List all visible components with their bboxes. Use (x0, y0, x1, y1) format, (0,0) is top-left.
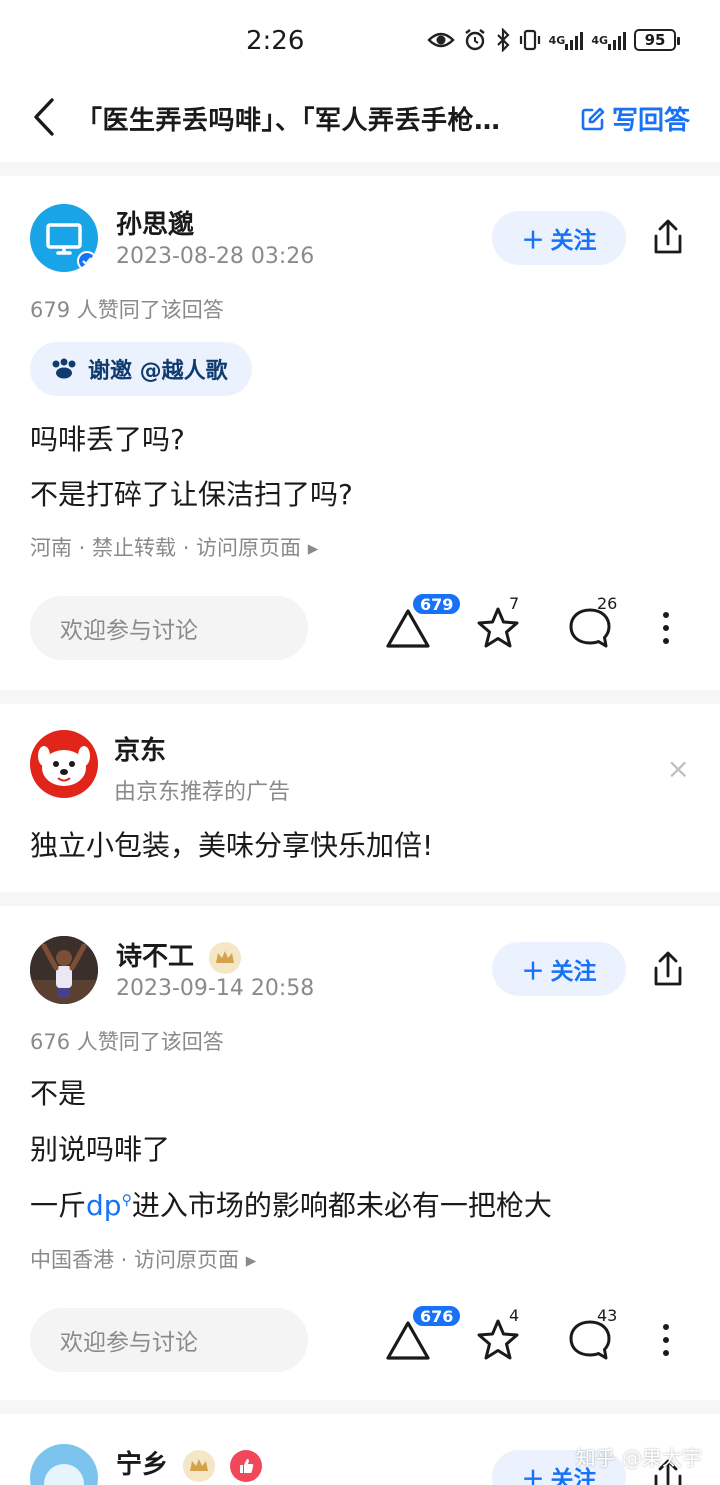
write-answer-label: 写回答 (611, 106, 690, 136)
more-dot (663, 625, 669, 631)
share-icon (654, 951, 682, 986)
author-name[interactable]: 孙思邈 (116, 204, 194, 241)
network-2-label: 4G (591, 33, 608, 47)
author-name[interactable]: 宁乡 (116, 1450, 168, 1480)
plus-icon: ＋ (521, 1467, 545, 1485)
answer-meta[interactable]: 河南 · 禁止转载 · 访问原页面 ▸ (30, 532, 318, 562)
follow-label: 关注 (550, 959, 597, 985)
avatar-image-icon (44, 1464, 84, 1485)
comment-count: 43 (597, 1306, 618, 1325)
follow-label: 关注 (550, 228, 597, 254)
more-dot (663, 1350, 669, 1356)
watermark: 知乎 @果太宇 (575, 1446, 702, 1470)
upvote-count-badge: 679 (411, 592, 463, 616)
share-button[interactable] (648, 216, 688, 260)
eye-icon (426, 30, 455, 50)
favorite-count: 7 (509, 594, 520, 613)
share-icon (654, 219, 682, 254)
post-time: 2023-08-28 03:26 (116, 244, 315, 269)
crown-badge-icon (209, 941, 242, 974)
comment-count: 26 (597, 594, 618, 613)
jd-dog-icon (38, 746, 90, 786)
signal-2-icon: 4G (591, 30, 626, 50)
ad-brand[interactable]: 京东 (114, 730, 166, 767)
alarm-icon (463, 28, 487, 52)
comment-input[interactable]: 欢迎参与讨论 (30, 1308, 308, 1372)
search-keyword-link[interactable]: dp⚲ (86, 1189, 132, 1222)
battery-icon: 95 (634, 29, 680, 51)
invite-label: 谢邀 @越人歌 (88, 359, 228, 384)
nav-bar: 「医生弄丢吗啡」、「军人弄丢手枪… 写回答 (0, 84, 720, 162)
follow-button[interactable]: ＋ 关注 (492, 211, 626, 265)
share-button[interactable] (648, 948, 688, 992)
avatar[interactable] (30, 204, 98, 272)
status-icons: 4G 4G 95 (426, 28, 680, 52)
answer-text-line: 吗啡丢了吗? (30, 423, 185, 456)
signal-1-icon: 4G (549, 30, 584, 50)
crown-badge-icon (183, 1449, 216, 1482)
status-bar: 2:26 4G 4G 95 (0, 0, 720, 84)
search-keyword: dp (86, 1189, 122, 1222)
battery-level: 95 (644, 31, 666, 49)
ad-text[interactable]: 独立小包装，美味分享快乐加倍! (30, 824, 433, 864)
answer-text-segment: 进入市场的影响都未必有一把枪大 (131, 1189, 552, 1222)
answer-text-line: 不是 (30, 1077, 87, 1110)
plus-icon: ＋ (521, 228, 545, 254)
more-dot (663, 612, 669, 618)
more-button[interactable] (656, 1312, 676, 1368)
author-name-row: 诗不工 (116, 936, 242, 974)
paw-icon (52, 358, 76, 379)
answer-meta[interactable]: 中国香港 · 访问原页面 ▸ (30, 1244, 256, 1274)
answer-text-segment: 一斤 (30, 1189, 87, 1222)
write-answer-button[interactable]: 写回答 (580, 100, 690, 137)
votes-summary: 679 人赞同了该回答 (30, 298, 224, 322)
ad-subtitle: 由京东推荐的广告 (114, 780, 291, 805)
author-name[interactable]: 诗不工 (116, 942, 194, 972)
avatar[interactable] (30, 936, 98, 1004)
network-1-label: 4G (548, 33, 566, 47)
back-button[interactable] (24, 94, 64, 140)
author-name-row: 宁乡 (116, 1444, 263, 1482)
more-dot (663, 638, 669, 644)
bluetooth-icon (495, 28, 511, 52)
answer-text-line: 一斤dp⚲进入市场的影响都未必有一把枪大 (30, 1184, 552, 1224)
question-title[interactable]: 「医生弄丢吗啡」、「军人弄丢手枪… (76, 100, 556, 137)
avatar[interactable] (30, 1444, 98, 1485)
post-time: 2023-09-14 20:58 (116, 976, 315, 1001)
player-photo-icon (30, 936, 98, 1004)
comment-input[interactable]: 欢迎参与讨论 (30, 596, 308, 660)
more-button[interactable] (656, 600, 676, 656)
monitor-icon (46, 223, 97, 271)
more-dot (663, 1324, 669, 1330)
answer-text-line: 不是打碎了让保洁扫了吗? (30, 478, 353, 511)
edit-icon (581, 107, 605, 130)
vibrate-icon (519, 28, 541, 52)
search-icon: ⚲ (121, 1192, 132, 1209)
follow-button[interactable]: ＋ 关注 (492, 942, 626, 996)
answer-card: 诗不工 2023-09-14 20:58 ＋ 关注 676 人赞同了该回答 不是… (0, 906, 720, 1400)
ad-card[interactable]: 京东 由京东推荐的广告 × 独立小包装，美味分享快乐加倍! (0, 704, 720, 892)
upvote-count-badge: 676 (411, 1304, 463, 1328)
invite-chip[interactable]: 谢邀 @越人歌 (30, 342, 252, 396)
thumbs-up-badge-icon (230, 1449, 263, 1482)
answer-text-line: 别说吗啡了 (30, 1133, 171, 1166)
jd-logo (30, 730, 98, 798)
plus-icon: ＋ (521, 959, 545, 985)
more-dot (663, 1337, 669, 1343)
favorite-count: 4 (509, 1306, 520, 1325)
answer-card: 孙思邈 2023-08-28 03:26 ＋ 关注 679 人赞同了该回答 谢邀… (0, 176, 720, 690)
close-icon[interactable]: × (667, 752, 690, 785)
status-time: 2:26 (246, 26, 305, 56)
chevron-left-icon (34, 98, 54, 136)
votes-summary: 676 人赞同了该回答 (30, 1030, 224, 1054)
